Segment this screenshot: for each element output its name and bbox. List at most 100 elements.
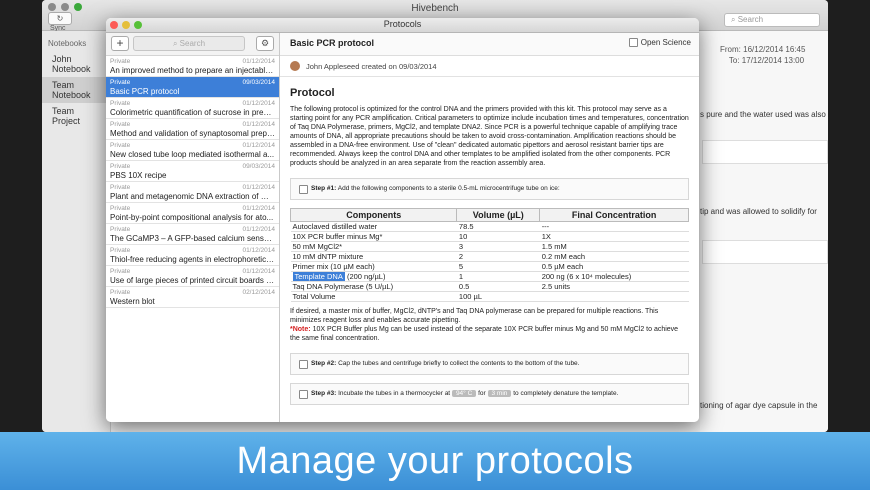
list-item[interactable]: Private 02/12/2014 Western blot: [106, 287, 279, 308]
author-row: John Appleseed created on 09/03/2014: [280, 56, 699, 77]
list-item[interactable]: Private 09/03/2014 PBS 10X recipe: [106, 161, 279, 182]
step-3-checkbox[interactable]: [299, 390, 308, 399]
list-item-date: 01/12/2014: [242, 268, 275, 275]
components-table: Components Volume (µL) Final Concentrati…: [289, 208, 689, 302]
list-item-title: Plant and metagenomic DNA extraction of …: [110, 192, 275, 201]
list-item-date: 09/03/2014: [242, 79, 275, 86]
main-search-input[interactable]: ⌕ Search: [724, 13, 820, 27]
table-row: Primer mix (10 µM each) 5 0.5 µM each: [290, 261, 689, 272]
table-cell: 5: [456, 261, 540, 272]
list-item-title: Use of large pieces of printed circuit b…: [110, 276, 275, 285]
list-item[interactable]: Private 01/12/2014 Plant and metagenomic D…: [106, 182, 279, 203]
main-window-title: Hivebench: [411, 3, 459, 14]
to-value: 17/12/2014 13:00: [741, 56, 805, 65]
list-item[interactable]: Private 01/12/2014 Method and validation o…: [106, 119, 279, 140]
table-cell: 2: [456, 251, 540, 262]
protocol-title: Basic PCR protocol: [290, 38, 375, 48]
protocols-title: Protocols: [383, 19, 422, 29]
table-cell: 3: [456, 241, 540, 252]
template-suffix: (200 ng/µL): [346, 272, 386, 281]
list-item-title: Method and validation of synaptosomal pr…: [110, 129, 275, 138]
list-toolbar: + ⌕ Search ⚙: [106, 33, 279, 56]
sync-button[interactable]: ↻: [48, 12, 72, 25]
list-item-date: 01/12/2014: [242, 142, 275, 149]
list-item-date: 01/12/2014: [242, 58, 275, 65]
step-3-text-b: to completely denature the template.: [513, 390, 619, 397]
privacy-label: Private: [110, 205, 131, 212]
protocol-list: Private 01/12/2014 An improved method to p…: [106, 56, 279, 308]
step-1-label: Step #1:: [311, 185, 337, 192]
list-item[interactable]: Private 01/12/2014 The GCaMP3 – A GFP-base…: [106, 224, 279, 245]
list-item-date: 02/12/2014: [242, 289, 275, 296]
open-science-checkbox[interactable]: [628, 38, 638, 47]
list-item-date: 01/12/2014: [242, 100, 275, 107]
list-item[interactable]: Private 01/12/2014 Thiol-free reducing age…: [106, 245, 279, 266]
list-item-title: Thiol-free reducing agents in electropho…: [110, 255, 275, 264]
privacy-label: Private: [110, 58, 131, 65]
list-item-date: 01/12/2014: [242, 205, 275, 212]
to-label: To:: [728, 56, 740, 65]
protocol-intro: The following protocol is optimized for …: [290, 106, 689, 167]
privacy-label: Private: [110, 142, 131, 149]
list-item-title: The GCaMP3 – A GFP-based calcium sensor …: [110, 234, 275, 243]
privacy-label: Private: [110, 79, 131, 86]
table-header: Final Concentration: [539, 208, 689, 222]
open-science-toggle[interactable]: Open Science: [628, 38, 691, 47]
note-1: If desired, a master mix of buffer, MgCl…: [290, 308, 659, 324]
list-item[interactable]: Private 01/12/2014 Use of large pieces of …: [106, 266, 279, 287]
temperature-field[interactable]: 94° C: [451, 390, 477, 397]
list-item-date: 01/12/2014: [242, 121, 275, 128]
list-item-date: 01/12/2014: [242, 226, 275, 233]
table-cell: 1X: [539, 231, 689, 242]
table-row: Total Volume 100 µL: [290, 291, 689, 302]
author-line: John Appleseed created on 09/03/2014: [306, 62, 437, 71]
avatar: [290, 61, 300, 71]
table-cell: Autoclaved distilled water: [290, 221, 457, 232]
table-cell: Primer mix (10 µM each): [290, 261, 457, 272]
list-item[interactable]: Private 01/12/2014 An improved method to p…: [106, 56, 279, 77]
settings-button[interactable]: ⚙: [256, 36, 274, 51]
protocols-window: Protocols + ⌕ Search ⚙ Private 01/12/2014…: [106, 18, 699, 422]
list-item-date: 01/12/2014: [242, 184, 275, 191]
template-dna-highlight[interactable]: Template DNA: [292, 272, 345, 281]
protocol-search-input[interactable]: ⌕ Search: [133, 36, 245, 51]
list-item[interactable]: Private 09/03/2014 Basic PCR protocol: [106, 77, 279, 98]
add-protocol-button[interactable]: +: [111, 36, 129, 51]
protocol-detail: Basic PCR protocol Open Science John App…: [280, 33, 699, 422]
step-1-checkbox[interactable]: [299, 185, 308, 194]
note-label: *Note:: [290, 326, 311, 333]
table-cell: 50 mM MgCl2*: [290, 241, 457, 252]
privacy-label: Private: [110, 268, 131, 275]
date-range: From: 16/12/2014 16:45 To: 17/12/2014 13…: [720, 44, 805, 66]
sidebar-item-john-notebook[interactable]: John Notebook: [42, 51, 110, 77]
experiment-pane: [700, 31, 828, 432]
table-row: 10X PCR buffer minus Mg* 10 1X: [290, 231, 689, 242]
table-cell: 0.5: [456, 281, 540, 292]
behind-note: tip and was allowed to solidify for: [700, 207, 817, 216]
table-cell: 0.2 mM each: [539, 251, 689, 262]
notebooks-sidebar: Notebooks John Notebook Team Notebook Te…: [42, 31, 111, 432]
duration-field[interactable]: 3 min: [487, 390, 512, 397]
from-label: From:: [720, 45, 741, 54]
list-item[interactable]: Private 01/12/2014 New closed tube loop me…: [106, 140, 279, 161]
list-item[interactable]: Private 01/12/2014 Point-by-point composit…: [106, 203, 279, 224]
open-science-label: Open Science: [640, 38, 691, 47]
privacy-label: Private: [110, 247, 131, 254]
search-icon: ⌕: [172, 39, 178, 48]
step-2-label: Step #2:: [311, 360, 337, 367]
table-cell: 2.5 units: [539, 281, 689, 292]
list-item[interactable]: Private 01/12/2014 Colorimetric quantifica…: [106, 98, 279, 119]
step-3-text-a: Incubate the tubes in a thermocycler at: [338, 390, 451, 397]
notebooks-header: Notebooks: [48, 39, 87, 48]
sidebar-item-team-notebook[interactable]: Team Notebook: [42, 77, 110, 103]
table-cell: 10 mM dNTP mixture: [290, 251, 457, 262]
list-item-title: Point-by-point compositional analysis fo…: [110, 213, 274, 222]
table-row: Template DNA (200 ng/µL) 1 200 ng (6 x 10⁴…: [290, 271, 689, 282]
sidebar-item-team-project[interactable]: Team Project: [42, 103, 110, 129]
gear-icon: ⚙: [260, 38, 270, 48]
step-2-checkbox[interactable]: [299, 360, 308, 369]
list-item-title: An improved method to prepare an injecta…: [110, 66, 275, 75]
table-cell: 10: [456, 231, 540, 242]
step-2-text: Cap the tubes and centrifuge briefly to …: [338, 360, 580, 367]
note-2: 10X PCR Buffer plus Mg can be used inste…: [290, 326, 679, 342]
